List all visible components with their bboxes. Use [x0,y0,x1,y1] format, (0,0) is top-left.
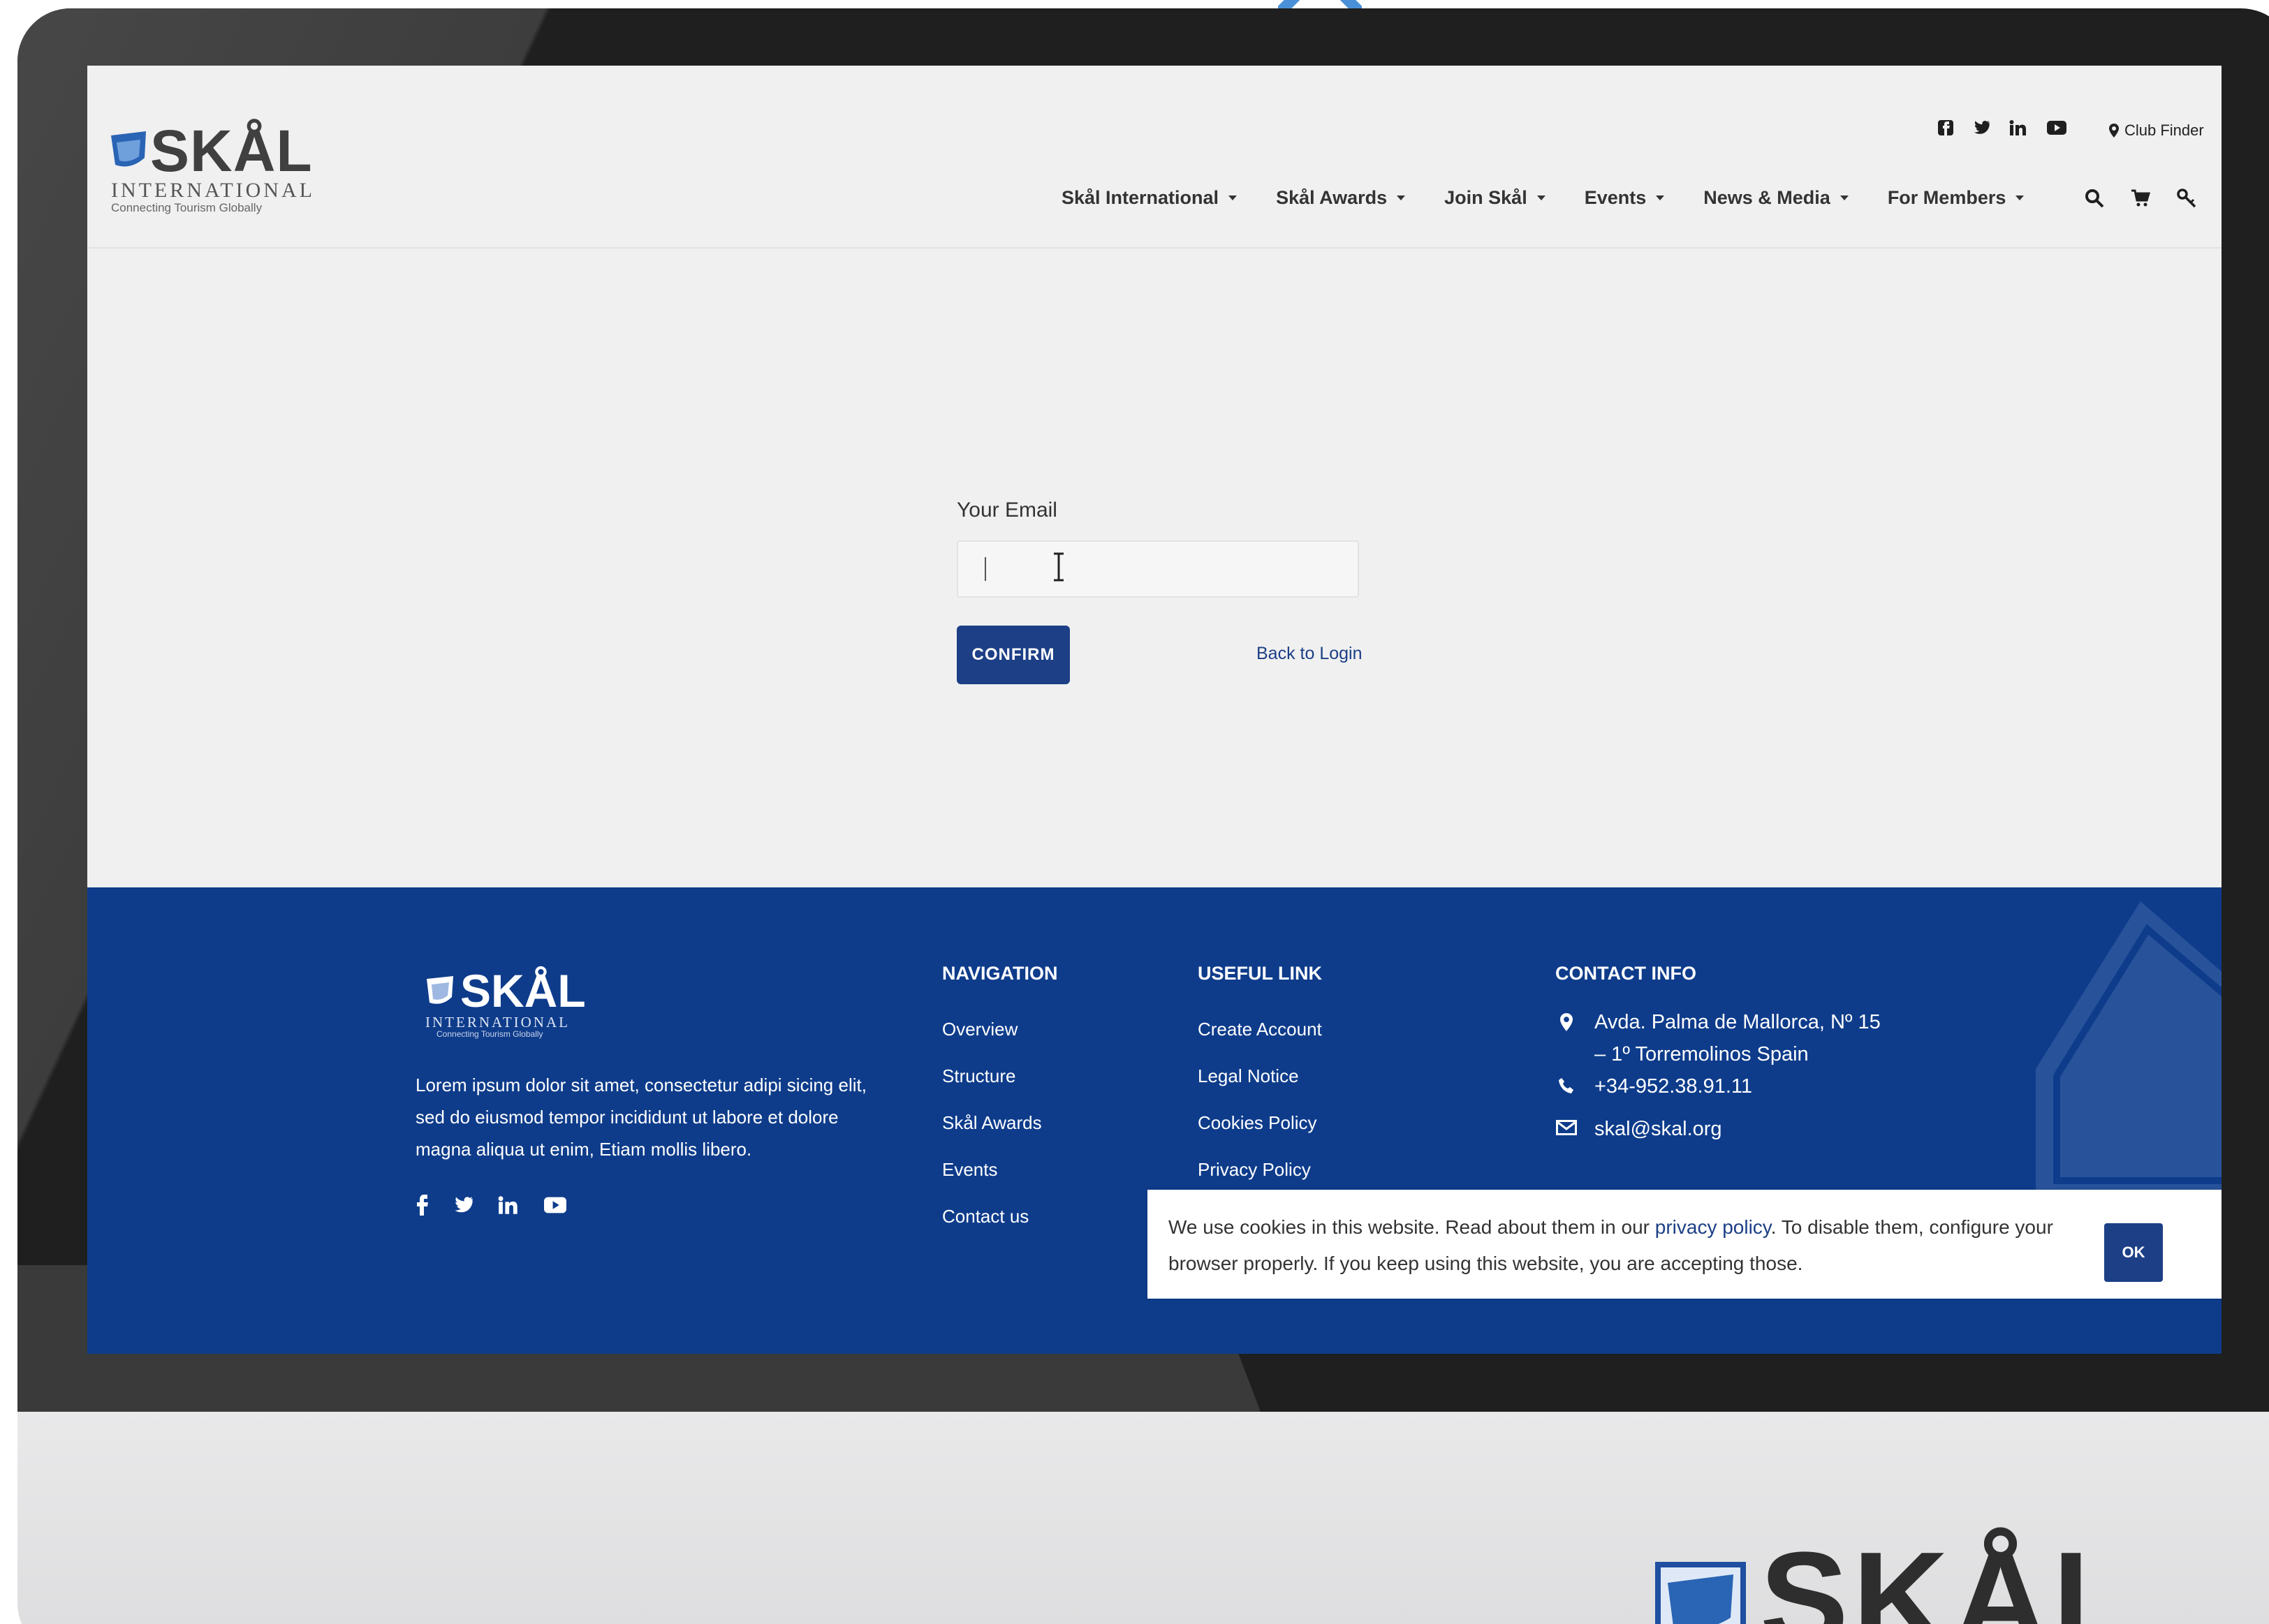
caret-down-icon [1656,195,1665,200]
contact-email[interactable]: skal@skal.org [1555,1113,1722,1145]
chin-logo: SKÅL [1655,1533,2134,1624]
linkedin-icon[interactable] [498,1196,519,1214]
site-header: SKÅL INTERNATIONAL Connecting Tourism Gl… [87,66,2222,249]
contact-phone[interactable]: +34-952.38.91.11 [1555,1070,1752,1102]
footer-social-links [417,1195,566,1216]
nav-join-skal[interactable]: Join Skål [1444,187,1545,209]
youtube-icon[interactable] [544,1197,566,1213]
email-input[interactable] [957,540,1359,598]
facebook-icon[interactable] [417,1195,428,1216]
footer-contact-title: CONTACT INFO [1555,963,1696,984]
caret-down-icon [2015,195,2025,200]
footer-link-privacy-policy[interactable]: Privacy Policy [1198,1158,1322,1181]
skal-shield-icon [1655,1562,1746,1624]
nav-news-media[interactable]: News & Media [1703,187,1849,209]
club-finder-link[interactable]: Club Finder [2109,121,2204,140]
back-to-login-link[interactable]: Back to Login [1256,644,1363,664]
browser-viewport: SKÅL INTERNATIONAL Connecting Tourism Gl… [87,66,2222,1354]
caret-down-icon [1840,195,1849,200]
nav-skal-awards[interactable]: Skål Awards [1276,187,1406,209]
cookie-message: We use cookies in this website. Read abo… [1168,1216,2053,1274]
email-label: Your Email [957,499,1057,522]
privacy-policy-link[interactable]: privacy policy [1655,1216,1771,1238]
header-social-links [1938,120,2066,135]
monitor-frame: SKÅL INTERNATIONAL Connecting Tourism Gl… [17,8,2269,1624]
header-tools [2085,189,2196,208]
map-pin-icon [2109,124,2119,138]
footer-link-structure[interactable]: Structure [942,1064,1042,1088]
footer-nav-list: Overview Structure Skål Awards Events Co… [942,1017,1042,1251]
caret-down-icon [1397,195,1406,200]
contact-address: Avda. Palma de Mallorca, Nº 15– 1º Torre… [1555,1006,1881,1070]
footer-link-events[interactable]: Events [942,1158,1042,1181]
skal-shield-icon [427,976,453,1004]
main-nav: Skål International Skål Awards Join Skål… [1062,187,2063,209]
caret-down-icon [1536,195,1545,200]
footer-link-create-account[interactable]: Create Account [1198,1017,1322,1041]
caret-down-icon [1228,195,1238,200]
cookie-ok-button[interactable]: OK [2104,1223,2163,1282]
footer-useful-list: Create Account Legal Notice Cookies Poli… [1198,1017,1322,1204]
twitter-icon[interactable] [453,1197,473,1213]
youtube-icon[interactable] [2047,121,2066,135]
map-pin-icon [1560,1013,1573,1031]
skal-badge-watermark-icon [2036,901,2222,1195]
key-icon[interactable] [2177,189,2196,208]
footer-useful-title: USEFUL LINK [1198,963,1323,984]
ibeam-cursor-icon [1054,552,1064,582]
footer-nav-title: NAVIGATION [942,963,1058,984]
phone-icon [1559,1078,1573,1093]
footer-link-legal-notice[interactable]: Legal Notice [1198,1064,1322,1088]
linkedin-icon[interactable] [2009,120,2027,135]
envelope-icon [1556,1120,1577,1135]
cookie-banner: We use cookies in this website. Read abo… [1147,1190,2222,1299]
cart-icon[interactable] [2131,189,2150,208]
nav-skal-international[interactable]: Skål International [1062,187,1238,209]
search-icon[interactable] [2085,189,2104,208]
nav-events[interactable]: Events [1585,187,1665,209]
twitter-icon[interactable] [1973,121,1990,135]
nav-for-members[interactable]: For Members [1888,187,2025,209]
footer-description: Lorem ipsum dolor sit amet, consectetur … [416,1075,867,1160]
footer-link-skal-awards[interactable]: Skål Awards [942,1111,1042,1135]
skal-shield-icon [111,131,146,167]
site-logo[interactable]: SKÅL INTERNATIONAL Connecting Tourism Gl… [110,121,312,214]
text-caret [985,557,986,581]
stage: SKÅL INTERNATIONAL Connecting Tourism Gl… [0,0,2269,1624]
footer-logo[interactable]: SKÅL INTERNATIONAL Connecting Tourism Gl… [423,968,586,1044]
footer-link-overview[interactable]: Overview [942,1017,1042,1041]
footer-link-contact-us[interactable]: Contact us [942,1204,1042,1228]
confirm-button[interactable]: CONFIRM [957,626,1070,684]
facebook-icon[interactable] [1938,120,1953,135]
footer-link-cookies-policy[interactable]: Cookies Policy [1198,1111,1322,1135]
